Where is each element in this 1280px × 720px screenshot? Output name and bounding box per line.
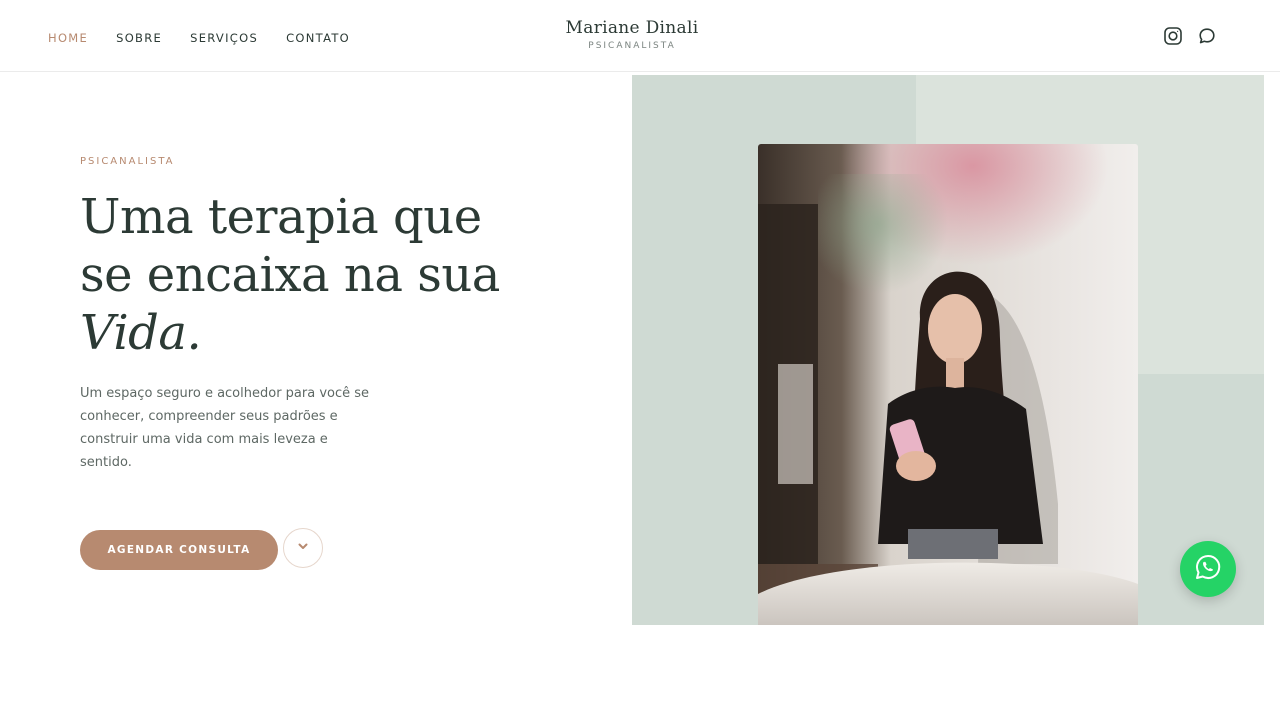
schedule-consultation-button[interactable]: AGENDAR CONSULTA	[80, 530, 278, 570]
instagram-icon[interactable]	[1163, 26, 1183, 46]
portrait-photo	[758, 144, 1138, 625]
main-nav: HOME SOBRE SERVIÇOS CONTATO	[48, 31, 378, 45]
brand-name: Mariane Dinali	[565, 18, 699, 38]
hero-headline: Uma terapia que se encaixa na sua Vida.	[80, 188, 600, 362]
hero-eyebrow: PSICANALISTA	[80, 156, 175, 167]
nav-item-contato[interactable]: CONTATO	[286, 31, 350, 45]
brand-subtitle: PSICANALISTA	[588, 41, 676, 51]
chat-icon[interactable]	[1197, 26, 1217, 46]
nav-item-sobre[interactable]: SOBRE	[116, 31, 162, 45]
chevron-down-icon	[297, 539, 309, 557]
whatsapp-icon	[1193, 552, 1223, 587]
scroll-down-button[interactable]	[283, 528, 323, 568]
nav-item-servicos[interactable]: SERVIÇOS	[190, 31, 258, 45]
headline-line-2: se encaixa na sua	[80, 247, 500, 303]
whatsapp-button[interactable]	[1180, 541, 1236, 597]
headline-line-3: Vida.	[80, 305, 202, 361]
headline-line-1: Uma terapia que	[80, 189, 482, 245]
brand-logo[interactable]: Mariane Dinali PSICANALISTA	[540, 18, 724, 51]
site-header: HOME SOBRE SERVIÇOS CONTATO Mariane Dina…	[0, 0, 1280, 72]
hero-description: Um espaço seguro e acolhedor para você s…	[80, 386, 370, 470]
nav-item-home[interactable]: HOME	[48, 31, 88, 45]
